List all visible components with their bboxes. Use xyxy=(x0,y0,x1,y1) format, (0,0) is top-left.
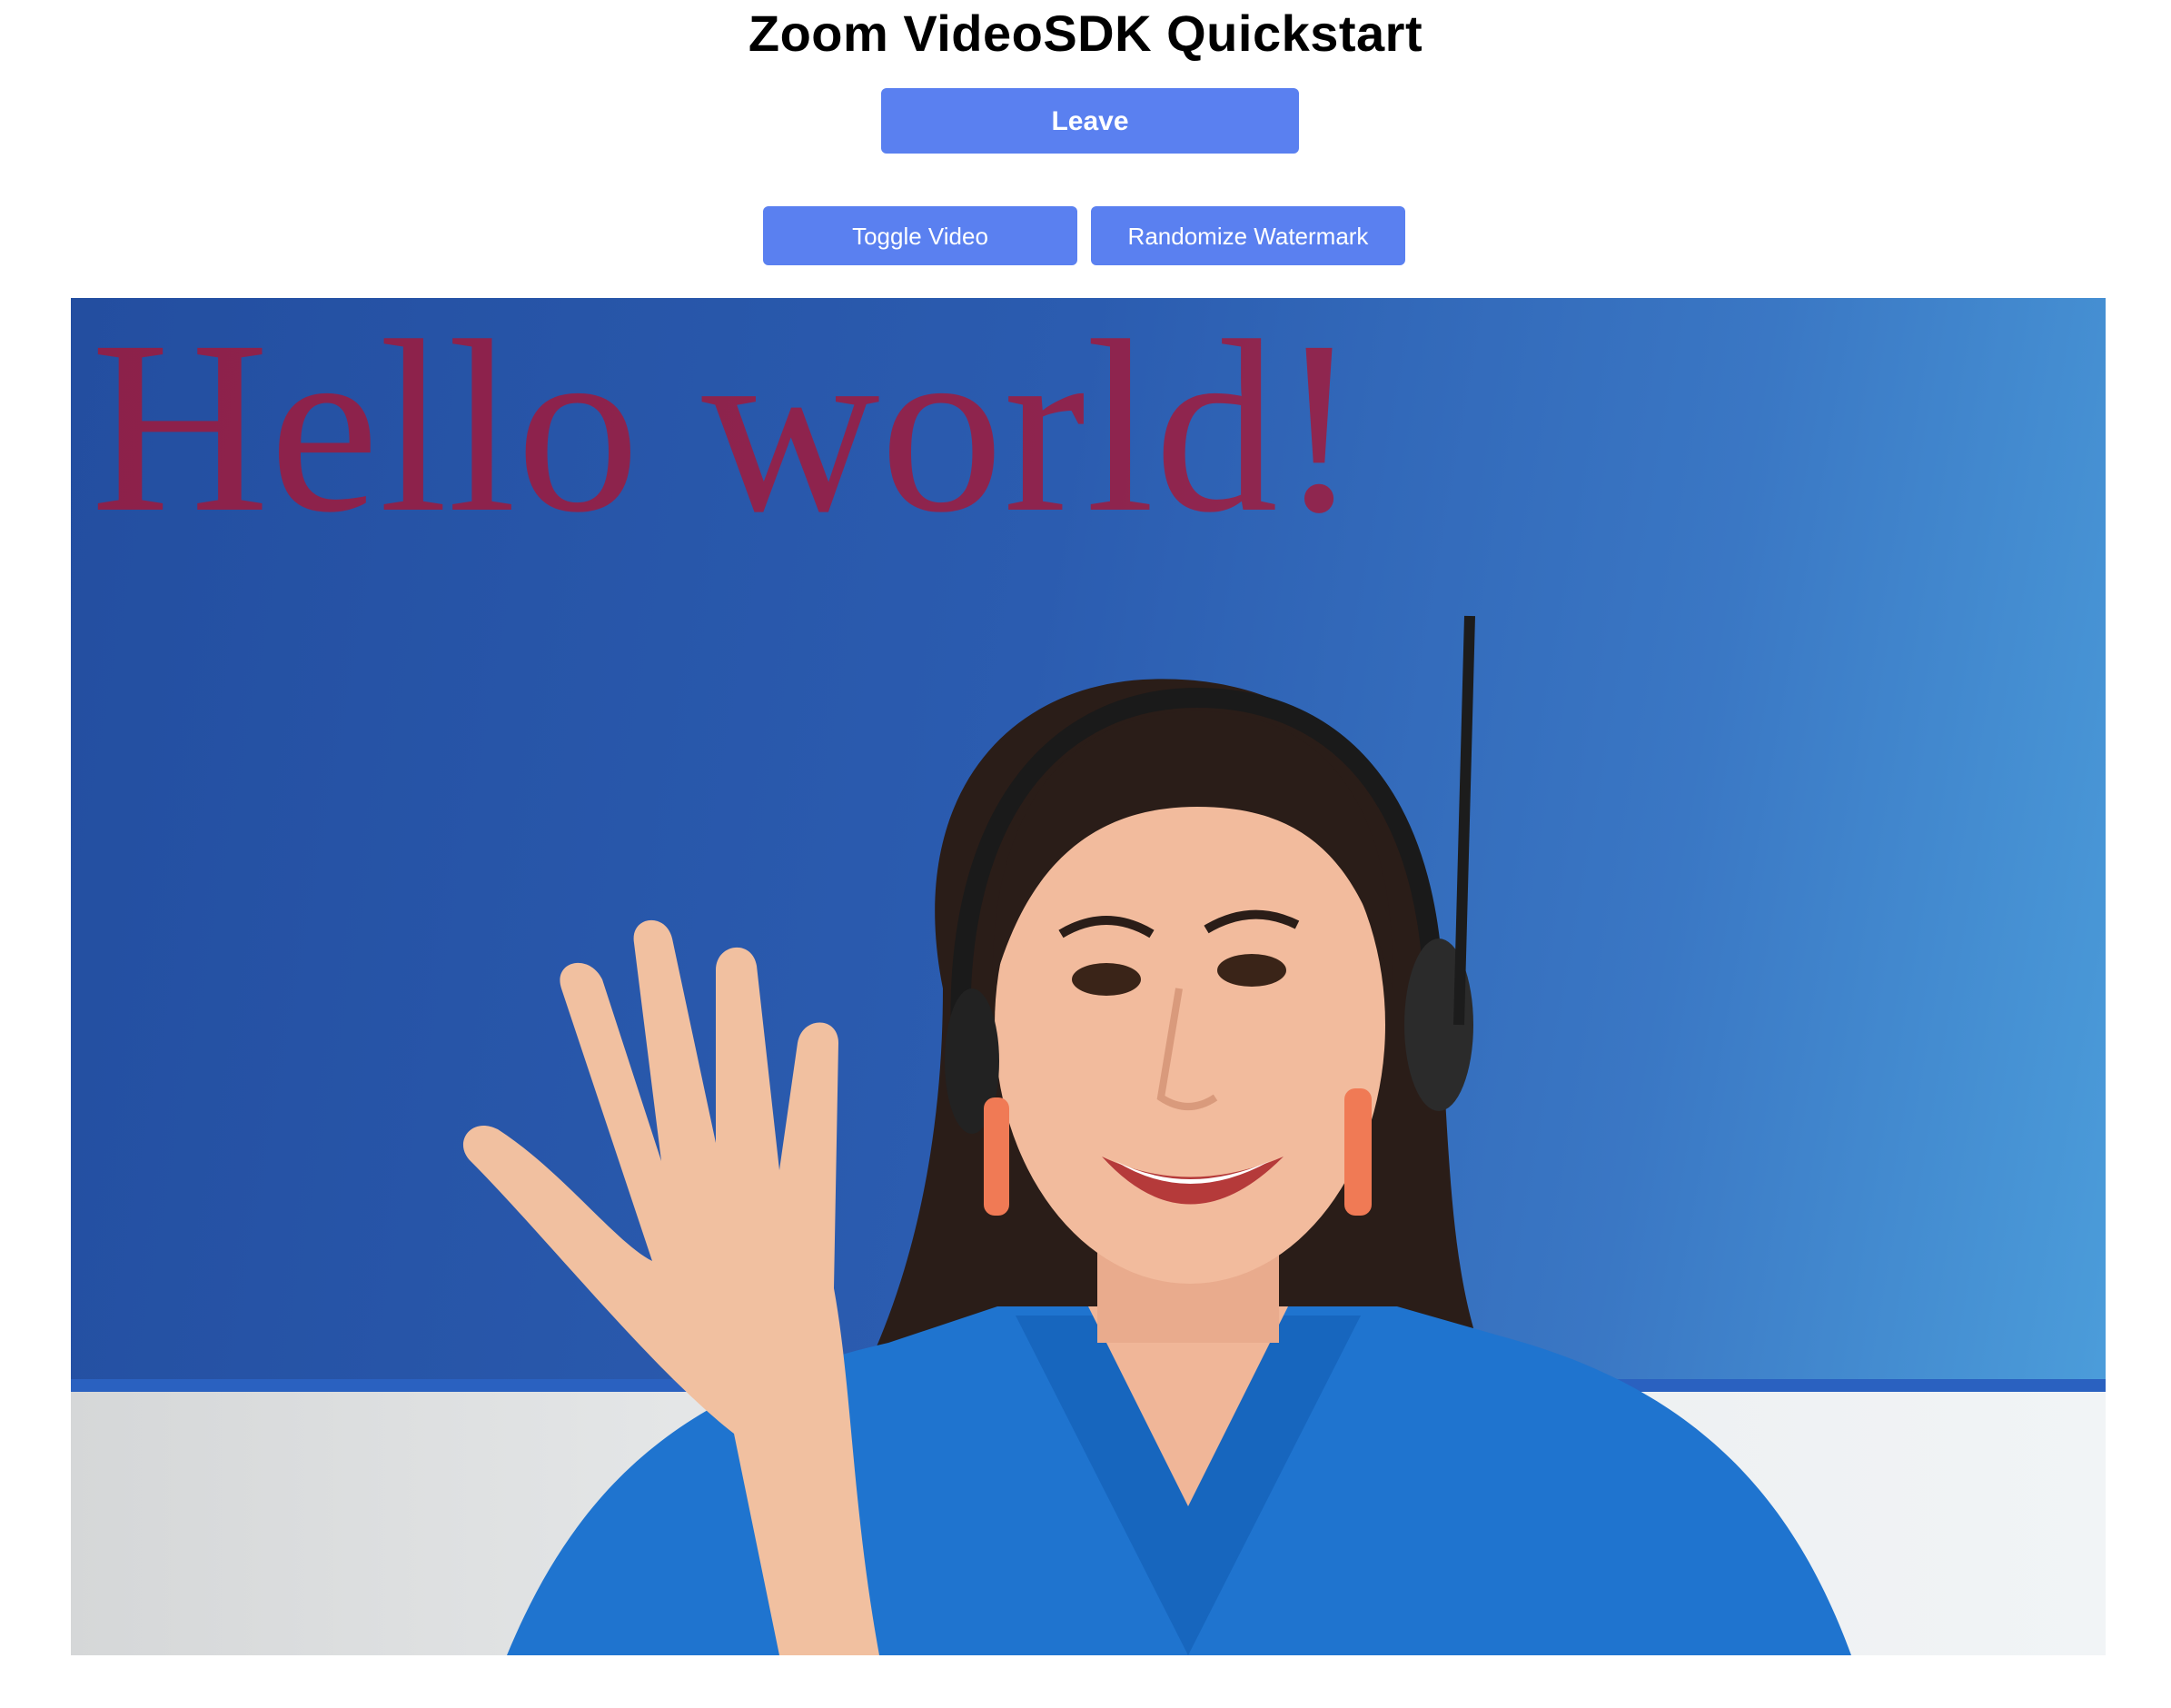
toggle-video-button[interactable]: Toggle Video xyxy=(763,206,1077,265)
leave-button[interactable]: Leave xyxy=(881,88,1299,154)
participant-video-image xyxy=(462,615,1851,1655)
video-canvas: Hello world! xyxy=(71,298,2106,1655)
page: Zoom VideoSDK Quickstart Leave Toggle Vi… xyxy=(0,0,2171,1708)
randomize-watermark-button[interactable]: Randomize Watermark xyxy=(1091,206,1405,265)
page-title: Zoom VideoSDK Quickstart xyxy=(748,5,1423,62)
